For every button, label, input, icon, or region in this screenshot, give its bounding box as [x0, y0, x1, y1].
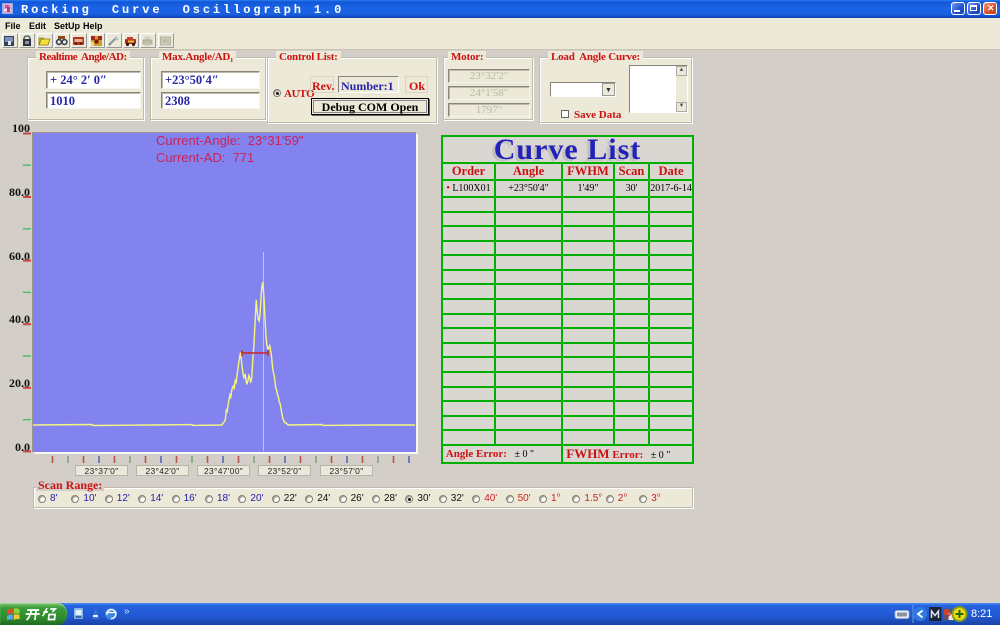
svg-text:Current-Angle: 23°31'59": Current-Angle: 23°31'59" — [156, 133, 304, 148]
svg-text:Current-AD: 771: Current-AD: 771 — [156, 150, 254, 165]
